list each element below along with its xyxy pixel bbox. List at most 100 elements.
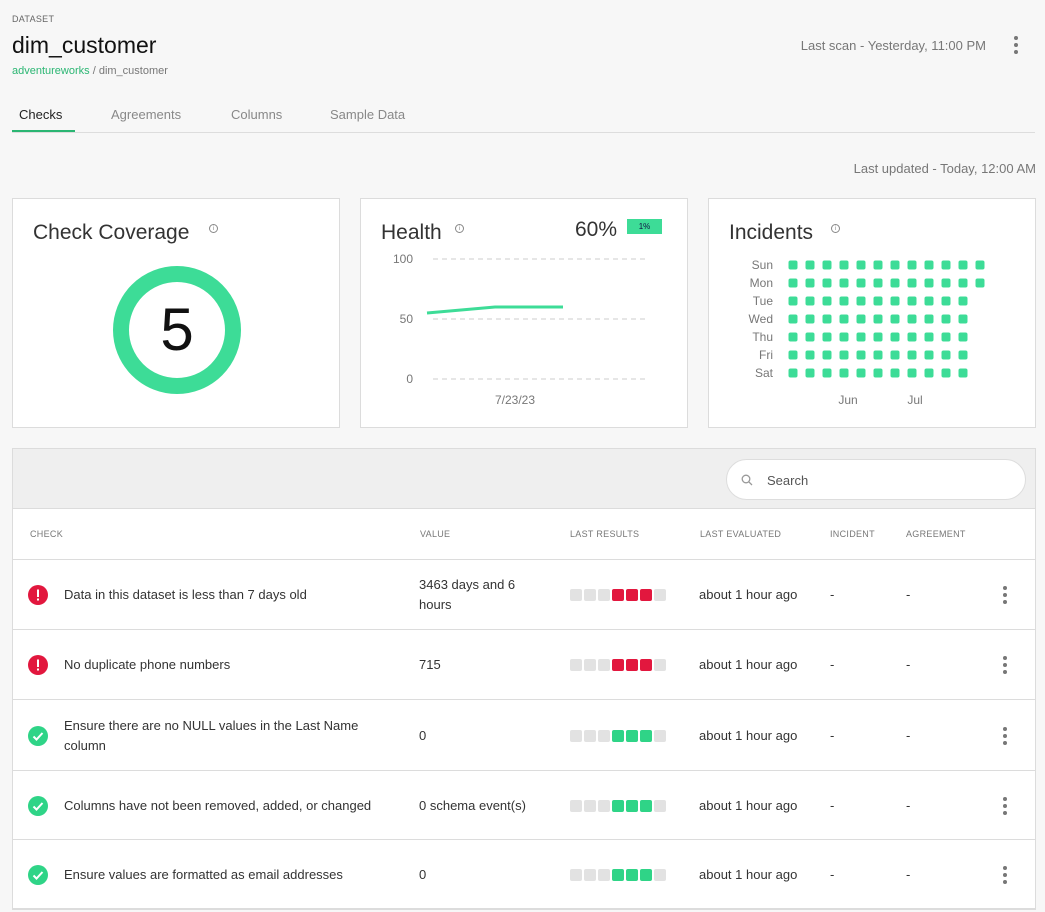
result-square[interactable] xyxy=(626,799,638,812)
incident-day-dot[interactable] xyxy=(822,296,832,306)
column-header-incident[interactable]: INCIDENT xyxy=(830,529,875,539)
incident-day-dot[interactable] xyxy=(941,332,951,342)
result-square[interactable] xyxy=(612,868,624,881)
result-square[interactable] xyxy=(570,868,582,881)
column-header-last-results[interactable]: LAST RESULTS xyxy=(570,529,639,539)
incident-day-dot[interactable] xyxy=(788,332,798,342)
incident-day-dot[interactable] xyxy=(856,368,866,378)
result-square[interactable] xyxy=(654,589,666,601)
row-more-options-icon[interactable] xyxy=(995,795,1015,817)
incident-day-dot[interactable] xyxy=(890,368,900,378)
result-square[interactable] xyxy=(626,589,638,601)
result-square[interactable] xyxy=(598,659,610,671)
breadcrumb-link-adventureworks[interactable]: adventureworks xyxy=(12,65,90,77)
result-square[interactable] xyxy=(626,659,638,671)
incident-day-dot[interactable] xyxy=(890,296,900,306)
incident-day-dot[interactable] xyxy=(839,278,849,288)
incident-day-dot[interactable] xyxy=(839,332,849,342)
incident-day-dot[interactable] xyxy=(958,350,968,360)
result-square[interactable] xyxy=(612,659,624,671)
result-square[interactable] xyxy=(598,868,610,881)
incident-day-dot[interactable] xyxy=(890,278,900,288)
incident-day-dot[interactable] xyxy=(873,368,883,378)
table-row[interactable]: Columns have not been removed, added, or… xyxy=(13,771,1035,840)
result-square[interactable] xyxy=(626,868,638,881)
more-options-icon[interactable] xyxy=(1006,34,1026,56)
result-square[interactable] xyxy=(598,589,610,601)
incident-day-dot[interactable] xyxy=(941,368,951,378)
incident-day-dot[interactable] xyxy=(856,278,866,288)
incident-day-dot[interactable] xyxy=(907,350,917,360)
result-square[interactable] xyxy=(598,729,610,742)
incident-day-dot[interactable] xyxy=(958,332,968,342)
incident-day-dot[interactable] xyxy=(856,332,866,342)
incident-day-dot[interactable] xyxy=(839,368,849,378)
result-square[interactable] xyxy=(612,729,624,742)
result-square[interactable] xyxy=(654,729,666,742)
incident-day-dot[interactable] xyxy=(907,296,917,306)
result-square[interactable] xyxy=(626,729,638,742)
search-box[interactable] xyxy=(726,459,1026,500)
result-square[interactable] xyxy=(598,799,610,812)
incident-day-dot[interactable] xyxy=(822,260,832,270)
search-input[interactable] xyxy=(767,471,1007,489)
incident-day-dot[interactable] xyxy=(856,296,866,306)
incident-day-dot[interactable] xyxy=(941,296,951,306)
incident-day-dot[interactable] xyxy=(805,350,815,360)
incident-day-dot[interactable] xyxy=(788,278,798,288)
incident-day-dot[interactable] xyxy=(788,296,798,306)
incident-day-dot[interactable] xyxy=(958,260,968,270)
result-square[interactable] xyxy=(654,799,666,812)
row-more-options-icon[interactable] xyxy=(995,725,1015,747)
incident-day-dot[interactable] xyxy=(788,260,798,270)
incident-day-dot[interactable] xyxy=(873,296,883,306)
incident-day-dot[interactable] xyxy=(805,278,815,288)
column-header-agreement[interactable]: AGREEMENT xyxy=(906,529,966,539)
result-square[interactable] xyxy=(640,868,652,881)
result-square[interactable] xyxy=(570,589,582,601)
result-square[interactable] xyxy=(640,799,652,812)
incident-day-dot[interactable] xyxy=(822,278,832,288)
table-row[interactable]: Ensure there are no NULL values in the L… xyxy=(13,700,1035,771)
result-square[interactable] xyxy=(654,659,666,671)
incident-day-dot[interactable] xyxy=(975,278,985,288)
incident-day-dot[interactable] xyxy=(839,350,849,360)
incident-day-dot[interactable] xyxy=(873,278,883,288)
incident-day-dot[interactable] xyxy=(941,350,951,360)
result-square[interactable] xyxy=(584,799,596,812)
incident-day-dot[interactable] xyxy=(839,296,849,306)
incident-day-dot[interactable] xyxy=(873,332,883,342)
incident-day-dot[interactable] xyxy=(822,350,832,360)
incident-day-dot[interactable] xyxy=(822,332,832,342)
incident-day-dot[interactable] xyxy=(873,350,883,360)
result-square[interactable] xyxy=(570,659,582,671)
incident-day-dot[interactable] xyxy=(924,350,934,360)
incident-day-dot[interactable] xyxy=(907,278,917,288)
incident-day-dot[interactable] xyxy=(975,260,985,270)
result-square[interactable] xyxy=(640,659,652,671)
table-row[interactable]: No duplicate phone numbers 715 about 1 hou… xyxy=(13,630,1035,700)
incident-day-dot[interactable] xyxy=(839,314,849,324)
tab-agreements[interactable]: Agreements xyxy=(111,107,181,122)
incident-day-dot[interactable] xyxy=(941,278,951,288)
result-square[interactable] xyxy=(570,729,582,742)
incident-day-dot[interactable] xyxy=(924,314,934,324)
tab-sample-data[interactable]: Sample Data xyxy=(330,107,405,122)
row-more-options-icon[interactable] xyxy=(995,654,1015,676)
incident-day-dot[interactable] xyxy=(958,278,968,288)
incident-day-dot[interactable] xyxy=(924,368,934,378)
tab-columns[interactable]: Columns xyxy=(231,107,282,122)
incident-day-dot[interactable] xyxy=(805,260,815,270)
incident-day-dot[interactable] xyxy=(788,368,798,378)
incident-day-dot[interactable] xyxy=(890,260,900,270)
result-square[interactable] xyxy=(612,799,624,812)
incident-day-dot[interactable] xyxy=(958,368,968,378)
result-square[interactable] xyxy=(654,868,666,881)
incident-day-dot[interactable] xyxy=(924,332,934,342)
incident-day-dot[interactable] xyxy=(907,332,917,342)
result-square[interactable] xyxy=(612,589,624,601)
column-header-value[interactable]: VALUE xyxy=(420,529,450,539)
incident-day-dot[interactable] xyxy=(890,332,900,342)
row-more-options-icon[interactable] xyxy=(995,864,1015,886)
incident-day-dot[interactable] xyxy=(805,332,815,342)
